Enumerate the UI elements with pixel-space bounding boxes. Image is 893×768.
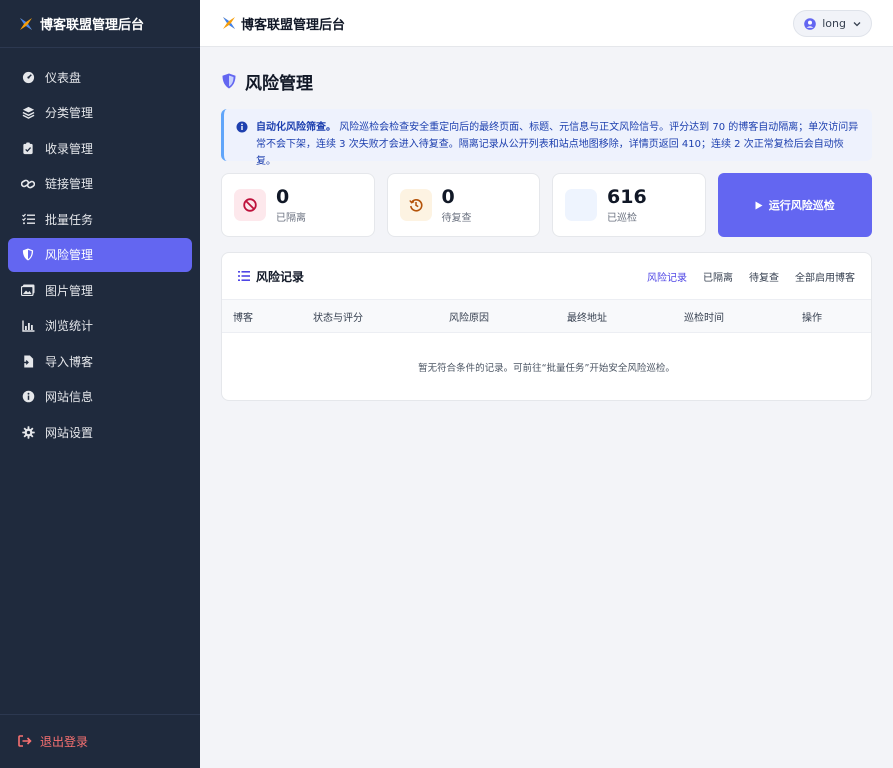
sidebar-item-label: 网站信息	[45, 390, 94, 404]
sidebar-item-label: 浏览统计	[45, 319, 94, 333]
list-check-icon	[21, 212, 35, 226]
empty-state: 暂无符合条件的记录。可前往“批量任务”开始安全风险巡检。	[418, 362, 675, 374]
sidebar-brand[interactable]: 博客联盟管理后台	[0, 0, 200, 48]
sidebar-item-batch-tasks[interactable]: 批量任务	[8, 202, 192, 236]
risk-records-card: 风险记录 风险记录 已隔离 待复查 全部启用博客 博客 状态与评分 风险原因 最…	[221, 252, 872, 401]
sidebar-item-site-info[interactable]: 网站信息	[8, 380, 192, 414]
sidebar-brand-title: 博客联盟管理后台	[40, 18, 145, 33]
column-header: 风险原因	[449, 312, 489, 324]
layers-icon	[21, 106, 35, 120]
column-header: 状态与评分	[313, 312, 363, 324]
sidebar-item-label: 风险管理	[45, 248, 94, 262]
sidebar-item-label: 仪表盘	[45, 70, 82, 85]
card-header: 风险记录 风险记录 已隔离 待复查 全部启用博客	[222, 253, 871, 300]
info-circle-icon	[21, 390, 35, 404]
sidebar-item-label: 收录管理	[45, 141, 94, 156]
stat-pending-review: 0 待复查	[386, 173, 541, 237]
link-icon	[21, 177, 35, 191]
table-header: 博客 状态与评分 风险原因 最终地址 巡检时间 操作	[222, 300, 871, 333]
sidebar-item-submissions[interactable]: 收录管理	[8, 131, 192, 165]
page-title-text: 风险管理	[245, 73, 313, 94]
card-title: 风险记录	[256, 269, 305, 284]
sidebar-item-label: 分类管理	[45, 106, 94, 120]
sidebar-item-links[interactable]: 链接管理	[8, 167, 192, 201]
sidebar-item-categories[interactable]: 分类管理	[8, 96, 192, 130]
bar-chart-icon	[21, 319, 35, 333]
sidebar-nav: 仪表盘 分类管理 收录管理 链接管理 批量任务 风险管理 图片管理 浏览统计 导…	[0, 48, 200, 449]
column-header: 巡检时间	[684, 312, 724, 324]
clipboard-check-icon	[21, 141, 35, 155]
tab-risk-records[interactable]: 风险记录	[639, 269, 695, 284]
stat-label: 已巡检	[607, 213, 638, 224]
column-header: 操作	[802, 312, 822, 324]
sidebar: 博客联盟管理后台 仪表盘 分类管理 收录管理 链接管理 批量任务 风险管理 图片…	[0, 0, 200, 768]
list-icon	[238, 271, 250, 281]
stat-value: 0	[276, 186, 290, 208]
tab-all-enabled-blogs[interactable]: 全部启用博客	[787, 269, 863, 284]
sidebar-item-images[interactable]: 图片管理	[8, 273, 192, 307]
info-circle-icon	[236, 121, 248, 133]
ban-icon	[234, 189, 266, 221]
logout-button[interactable]: 退出登录	[0, 714, 200, 768]
stats-row: 0 已隔离 0 待复查 616 已巡检 运行风险巡检	[221, 173, 872, 237]
sidebar-item-label: 链接管理	[45, 177, 94, 191]
gear-icon	[21, 425, 35, 439]
topbar-title: 博客联盟管理后台	[241, 17, 346, 33]
column-header: 最终地址	[567, 312, 607, 324]
shield-icon	[21, 248, 35, 262]
sidebar-item-label: 批量任务	[45, 212, 94, 227]
main-content: 风险管理 自动化风险筛查。 风险巡检会检查安全重定向后的最终页面、标题、元信息与…	[221, 47, 872, 401]
alert-body: 风险巡检会检查安全重定向后的最终页面、标题、元信息与正文风险信号。评分达到 70…	[256, 122, 859, 167]
sidebar-item-stats[interactable]: 浏览统计	[8, 309, 192, 343]
stat-label: 待复查	[441, 213, 472, 224]
sidebar-item-risk[interactable]: 风险管理	[8, 237, 192, 272]
sign-out-icon	[18, 734, 32, 749]
logo-icon	[223, 17, 235, 29]
tab-pending-review[interactable]: 待复查	[741, 269, 787, 284]
stat-quarantined: 0 已隔离	[221, 173, 375, 237]
logo-icon	[20, 17, 32, 30]
run-risk-scan-label: 运行风险巡检	[768, 199, 835, 212]
filter-tabs: 风险记录 已隔离 待复查 全部启用博客	[639, 269, 871, 284]
sidebar-item-settings[interactable]: 网站设置	[8, 415, 192, 449]
shield-icon	[222, 73, 236, 89]
stat-value: 616	[607, 186, 647, 208]
sidebar-item-label: 图片管理	[45, 283, 94, 298]
file-import-icon	[21, 354, 35, 368]
sidebar-item-label: 网站设置	[45, 425, 94, 440]
topbar: 博客联盟管理后台 long	[200, 0, 893, 47]
stat-value: 0	[441, 186, 455, 208]
alert-bold: 自动化风险筛查。	[256, 122, 336, 133]
alert-text: 自动化风险筛查。 风险巡检会检查安全重定向后的最终页面、标题、元信息与正文风险信…	[256, 119, 860, 167]
sidebar-item-dashboard[interactable]: 仪表盘	[8, 60, 192, 94]
check-badge-icon	[565, 189, 598, 221]
run-risk-scan-button[interactable]: 运行风险巡检	[717, 173, 872, 237]
user-name: long	[822, 17, 846, 30]
gauge-icon	[21, 70, 35, 84]
stat-checked: 616 已巡检	[552, 173, 706, 237]
history-icon	[399, 189, 432, 221]
tab-quarantined[interactable]: 已隔离	[695, 269, 741, 284]
images-icon	[21, 283, 35, 297]
column-header: 博客	[233, 312, 253, 324]
chevron-down-icon	[853, 21, 861, 26]
logout-label: 退出登录	[40, 735, 89, 749]
sidebar-item-label: 导入博客	[45, 354, 94, 369]
info-alert: 自动化风险筛查。 风险巡检会检查安全重定向后的最终页面、标题、元信息与正文风险信…	[221, 109, 872, 167]
user-menu-button[interactable]: long	[793, 10, 872, 37]
stat-label: 已隔离	[276, 213, 306, 224]
page-title: 风险管理	[221, 69, 872, 94]
user-circle-icon	[804, 17, 817, 30]
sidebar-item-import[interactable]: 导入博客	[8, 344, 192, 378]
play-icon	[755, 201, 763, 209]
